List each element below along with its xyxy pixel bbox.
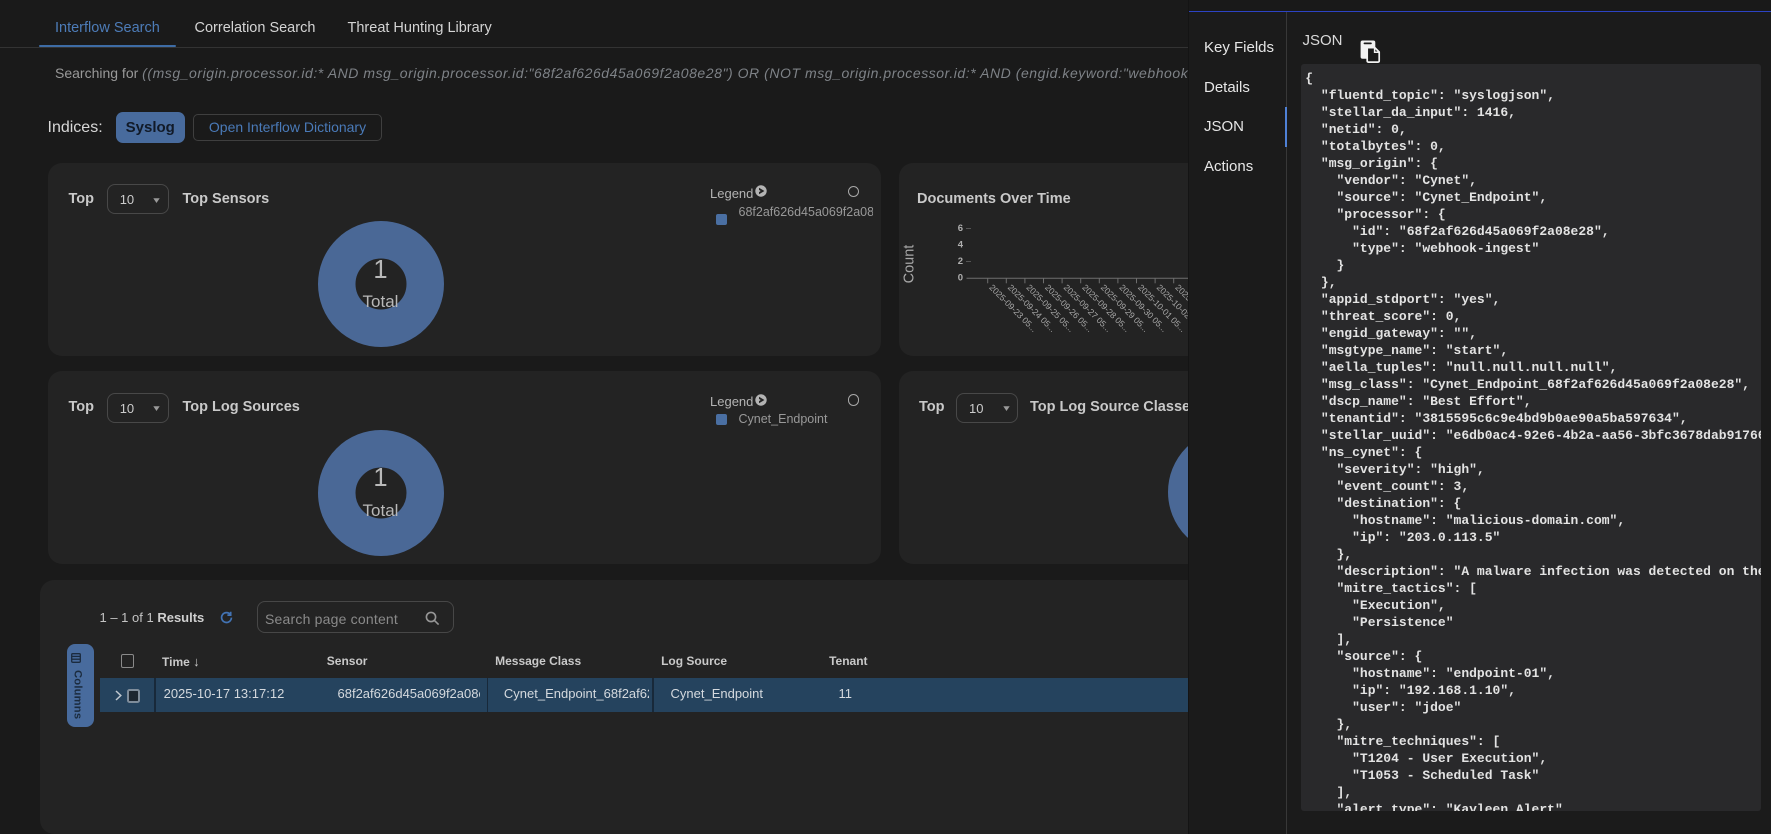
- svg-text:2: 2: [958, 256, 963, 267]
- svg-text:0: 0: [958, 273, 963, 284]
- svg-text:4: 4: [958, 240, 964, 251]
- svg-text:6: 6: [958, 223, 963, 234]
